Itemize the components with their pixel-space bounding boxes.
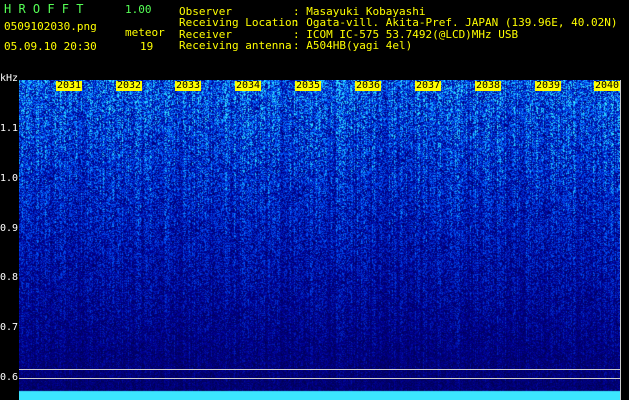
reference-line: [19, 369, 620, 370]
location-value: : Ogata-vill. Akita-Pref. JAPAN (139.96E…: [293, 16, 618, 29]
plot-right-border: [620, 80, 621, 400]
location-label: Receiving Location: [179, 16, 299, 29]
spectrogram: [19, 80, 620, 400]
time-tick-label: 2031: [56, 80, 83, 91]
antenna-value: : A504HB(yagi 4el): [293, 39, 413, 52]
datetime: 05.09.10 20:30: [4, 40, 97, 53]
antenna-label: Receiving antenna: [179, 39, 292, 52]
app-title: H R O F F T: [4, 2, 84, 16]
y-tick-label: 0.6: [0, 372, 19, 383]
time-tick-label: 2034: [235, 80, 262, 91]
time-tick-label: 2038: [475, 80, 502, 91]
time-tick-label: 2039: [535, 80, 562, 91]
y-tick-label: 0.9: [0, 223, 19, 234]
y-tick-label: 0.7: [0, 322, 19, 333]
mode-label: meteor: [125, 26, 165, 39]
time-tick-label: 2036: [355, 80, 382, 91]
y-tick-label: 1.1: [0, 123, 19, 134]
app-version: 1.00: [125, 3, 152, 16]
y-tick-label: 0.8: [0, 272, 19, 283]
y-axis-unit: kHz: [0, 73, 19, 84]
time-tick-label: 2035: [295, 80, 322, 91]
time-tick-label: 2032: [116, 80, 143, 91]
reference-line: [19, 378, 620, 379]
filename: 0509102030.png: [4, 20, 97, 33]
y-tick-label: 1.0: [0, 173, 19, 184]
time-tick-label: 2033: [175, 80, 202, 91]
time-tick-label: 2040: [594, 80, 621, 91]
time-tick-label: 2037: [415, 80, 442, 91]
meteor-count: 19: [140, 40, 154, 53]
